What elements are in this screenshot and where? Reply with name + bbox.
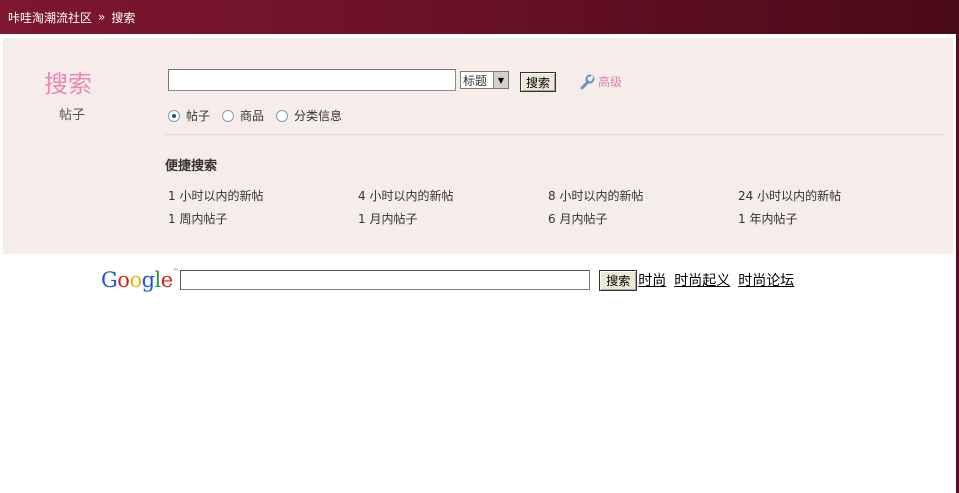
quick-search-title: 便捷搜索 (165, 159, 218, 174)
quick-link-1-week[interactable]: 1 周内帖子 (168, 212, 358, 227)
search-type-selected: 标题 (463, 73, 488, 88)
search-button[interactable]: 搜索 (520, 72, 556, 92)
scope-posts[interactable]: 帖子 (168, 107, 210, 124)
quick-link-1-month[interactable]: 1 月内帖子 (358, 212, 548, 227)
keyword-link-fashion-uprising[interactable]: 时尚起义 (674, 270, 730, 290)
quick-link-4-hours[interactable]: 4 小时以内的新帖 (358, 189, 548, 204)
search-panel: 搜索 帖子 标题 ▼ 搜索 高级 帖子 商品 分类信息 便捷搜索 1 小时以内的… (3, 38, 953, 254)
quick-link-8-hours[interactable]: 8 小时以内的新帖 (548, 189, 738, 204)
search-type-select[interactable]: 标题 ▼ (460, 71, 509, 89)
breadcrumb-separator: » (98, 10, 106, 24)
breadcrumb-home-link[interactable]: 咔哇淘潮流社区 (8, 9, 92, 26)
keyword-input[interactable] (168, 69, 456, 91)
scope-classifieds[interactable]: 分类信息 (276, 107, 342, 124)
google-search-bar: Google™ 搜索 时尚 时尚起义 时尚论坛 (101, 266, 802, 294)
scope-goods[interactable]: 商品 (222, 107, 264, 124)
wrench-icon (580, 74, 595, 89)
quick-search-links: 1 小时以内的新帖 4 小时以内的新帖 8 小时以内的新帖 24 小时以内的新帖… (168, 189, 928, 227)
scope-label: 帖子 (186, 109, 211, 123)
google-keyword-links: 时尚 时尚起义 时尚论坛 (638, 270, 802, 290)
breadcrumb-current: 搜索 (111, 10, 136, 25)
dropdown-arrow-icon[interactable]: ▼ (493, 72, 508, 88)
advanced-search-label: 高级 (598, 75, 623, 89)
radio-button[interactable] (222, 109, 235, 122)
search-subtitle: 帖子 (59, 108, 86, 123)
divider (164, 134, 945, 135)
quick-link-1-hour[interactable]: 1 小时以内的新帖 (168, 189, 358, 204)
keyword-link-fashion-forum[interactable]: 时尚论坛 (738, 270, 794, 290)
quick-link-1-year[interactable]: 1 年内帖子 (738, 212, 928, 227)
scope-label: 分类信息 (294, 109, 343, 123)
radio-button[interactable] (276, 109, 289, 122)
search-title: 搜索 (44, 70, 92, 98)
advanced-search-link[interactable]: 高级 (579, 73, 622, 90)
quick-link-6-months[interactable]: 6 月内帖子 (548, 212, 738, 227)
keyword-link-fashion[interactable]: 时尚 (638, 270, 666, 290)
google-search-button[interactable]: 搜索 (599, 269, 638, 291)
quick-link-24-hours[interactable]: 24 小时以内的新帖 (738, 189, 928, 204)
radio-button-checked[interactable] (168, 109, 180, 122)
search-scope-group: 帖子 商品 分类信息 (168, 107, 354, 124)
google-search-input[interactable] (180, 270, 591, 290)
scope-label: 商品 (240, 109, 265, 123)
google-logo: Google™ (101, 268, 179, 292)
breadcrumb: 咔哇淘潮流社区 » 搜索 (0, 0, 959, 34)
